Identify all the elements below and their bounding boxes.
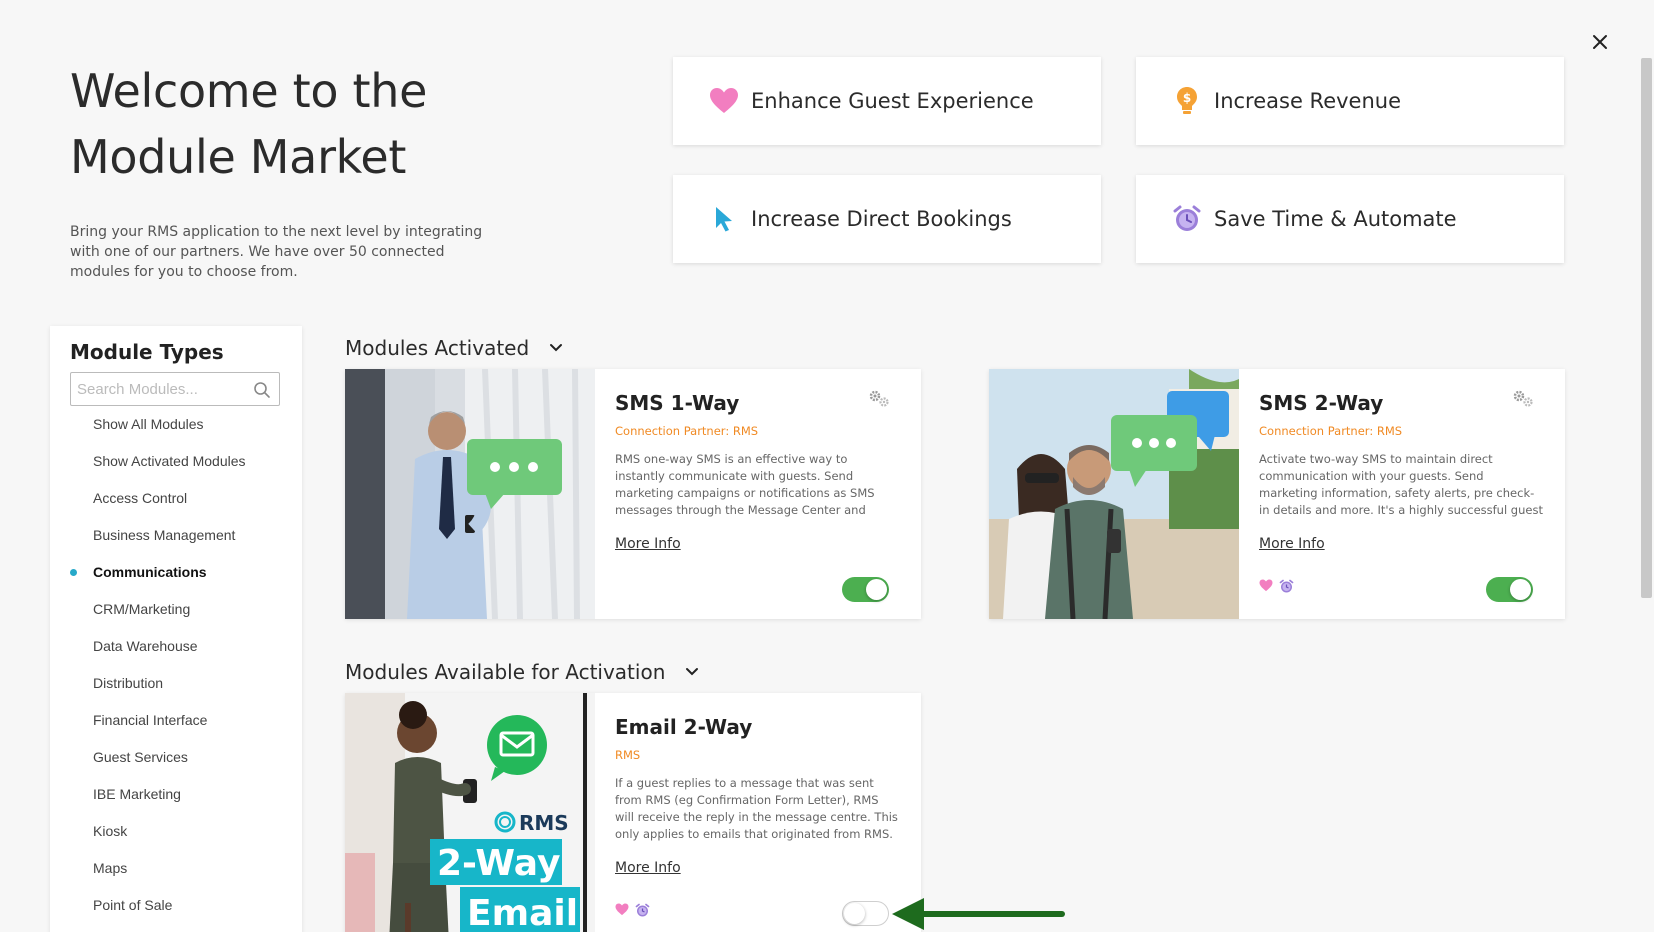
sidebar-item-label: Show All Modules <box>93 416 204 432</box>
brand-text: RMS <box>519 811 569 835</box>
gears-icon[interactable] <box>1512 389 1534 409</box>
chevron-down-icon <box>686 668 699 676</box>
sidebar-item-ibe-marketing[interactable]: IBE Marketing <box>50 776 302 813</box>
heart-icon <box>1259 579 1273 592</box>
module-title: SMS 1-Way <box>615 391 740 415</box>
sidebar-item-kiosk[interactable]: Kiosk <box>50 813 302 850</box>
module-types-sidebar: Module Types Show All Modules Show Activ… <box>50 326 302 932</box>
search-icon[interactable] <box>253 381 271 399</box>
module-image-sms-1-way <box>345 369 595 619</box>
gears-icon[interactable] <box>868 389 890 409</box>
module-card-sms-2-way: SMS 2-Way Connection Partner: RMS Activa… <box>989 369 1565 619</box>
module-toggle-switch[interactable] <box>842 577 889 602</box>
sidebar-item-access-control[interactable]: Access Control <box>50 480 302 517</box>
goal-card-enhance-guest-experience[interactable]: Enhance Guest Experience <box>673 57 1101 145</box>
close-button[interactable] <box>1586 28 1614 56</box>
goal-label: Increase Direct Bookings <box>751 207 1012 231</box>
module-description: Activate two-way SMS to maintain direct … <box>1259 452 1543 517</box>
module-card-email-2-way: RMS 2-Way Email Email 2-Way RMS If a gue… <box>345 693 921 932</box>
alarm-clock-icon <box>1279 579 1294 593</box>
module-description: RMS one-way SMS is an effective way to i… <box>615 452 875 517</box>
scrollbar[interactable] <box>1641 58 1652 598</box>
sidebar-item-guest-services[interactable]: Guest Services <box>50 739 302 776</box>
goal-card-increase-direct-bookings[interactable]: Increase Direct Bookings <box>673 175 1101 263</box>
goal-label: Save Time & Automate <box>1214 207 1457 231</box>
module-tags <box>615 903 650 918</box>
sidebar-item-maps[interactable]: Maps <box>50 850 302 887</box>
alarm-clock-icon <box>635 903 650 917</box>
chevron-down-icon <box>550 344 563 352</box>
sidebar-item-show-activated-modules[interactable]: Show Activated Modules <box>50 443 302 480</box>
title-line-1: Welcome to the <box>70 64 428 118</box>
section-modules-activated[interactable]: Modules Activated <box>345 336 563 360</box>
sidebar-item-financial-interface[interactable]: Financial Interface <box>50 702 302 739</box>
section-modules-available[interactable]: Modules Available for Activation <box>345 660 699 684</box>
sidebar-item-show-all-modules[interactable]: Show All Modules <box>50 406 302 443</box>
heart-icon <box>709 86 739 116</box>
image-line-2: Email <box>467 893 578 932</box>
more-info-link[interactable]: More Info <box>1259 536 1325 552</box>
goal-card-save-time-automate[interactable]: Save Time & Automate <box>1136 175 1564 263</box>
module-partner: Connection Partner: RMS <box>1259 424 1403 438</box>
sidebar-item-business-management[interactable]: Business Management <box>50 517 302 554</box>
search-input[interactable] <box>71 373 251 405</box>
dollar-bulb-icon: $ <box>1172 86 1202 116</box>
more-info-link[interactable]: More Info <box>615 860 681 876</box>
goal-card-increase-revenue[interactable]: $ Increase Revenue <box>1136 57 1564 145</box>
sidebar-item-crm-marketing[interactable]: CRM/Marketing <box>50 591 302 628</box>
more-info-link[interactable]: More Info <box>615 536 681 552</box>
goal-label: Increase Revenue <box>1214 89 1402 113</box>
sidebar-item-communications[interactable]: Communications <box>50 554 302 591</box>
toggle-knob <box>844 903 865 924</box>
module-title: Email 2-Way <box>615 715 753 739</box>
sidebar-title: Module Types <box>70 340 224 364</box>
module-card-sms-1-way: SMS 1-Way Connection Partner: RMS RMS on… <box>345 369 921 619</box>
module-image-email-2-way: RMS 2-Way Email <box>345 693 595 932</box>
module-partner: RMS <box>615 748 641 762</box>
sidebar-item-label: Access Control <box>93 490 188 506</box>
page-title: Welcome to the Module Market <box>70 58 550 190</box>
sidebar-item-label: CRM/Marketing <box>93 601 191 617</box>
module-toggle-switch[interactable] <box>1486 577 1533 602</box>
sidebar-item-label: Guest Services <box>93 749 188 765</box>
svg-text:$: $ <box>1183 91 1191 105</box>
title-line-2: Module Market <box>70 130 407 184</box>
section-title: Modules Available for Activation <box>345 660 666 684</box>
active-indicator-dot <box>70 569 77 576</box>
search-box <box>70 372 280 406</box>
goal-label: Enhance Guest Experience <box>751 89 1034 113</box>
module-partner: Connection Partner: RMS <box>615 424 759 438</box>
sidebar-item-label: Point of Sale <box>93 897 173 913</box>
module-description: If a guest replies to a message that was… <box>615 776 898 841</box>
close-icon <box>1593 35 1607 49</box>
section-title: Modules Activated <box>345 336 530 360</box>
module-image-sms-2-way <box>989 369 1239 619</box>
alarm-clock-icon <box>1172 204 1202 234</box>
heart-icon <box>615 903 629 916</box>
sidebar-item-label: Communications <box>93 564 207 580</box>
image-line-1: 2-Way <box>437 843 560 884</box>
page-description: Bring your RMS application to the next l… <box>70 224 483 280</box>
toggle-knob <box>1510 579 1531 600</box>
module-tags <box>1259 579 1294 594</box>
sidebar-item-label: Distribution <box>93 675 164 691</box>
sidebar-item-label: Data Warehouse <box>93 638 198 654</box>
annotation-arrow <box>892 898 1065 930</box>
sidebar-item-distribution[interactable]: Distribution <box>50 665 302 702</box>
sidebar-item-label: Show Activated Modules <box>93 453 246 469</box>
cursor-icon <box>709 204 739 234</box>
sidebar-item-label: Financial Interface <box>93 712 208 728</box>
module-market-page: Welcome to the Module Market Bring your … <box>0 0 1654 932</box>
sidebar-item-label: Business Management <box>93 527 236 543</box>
module-toggle-switch[interactable] <box>842 901 889 926</box>
sidebar-item-label: IBE Marketing <box>93 786 181 802</box>
sidebar-item-data-warehouse[interactable]: Data Warehouse <box>50 628 302 665</box>
module-title: SMS 2-Way <box>1259 391 1384 415</box>
toggle-knob <box>866 579 887 600</box>
sidebar-item-label: Kiosk <box>93 823 128 839</box>
sidebar-item-point-of-sale[interactable]: Point of Sale <box>50 887 302 924</box>
sidebar-item-label: Maps <box>93 860 128 876</box>
module-type-list: Show All Modules Show Activated Modules … <box>50 406 302 924</box>
